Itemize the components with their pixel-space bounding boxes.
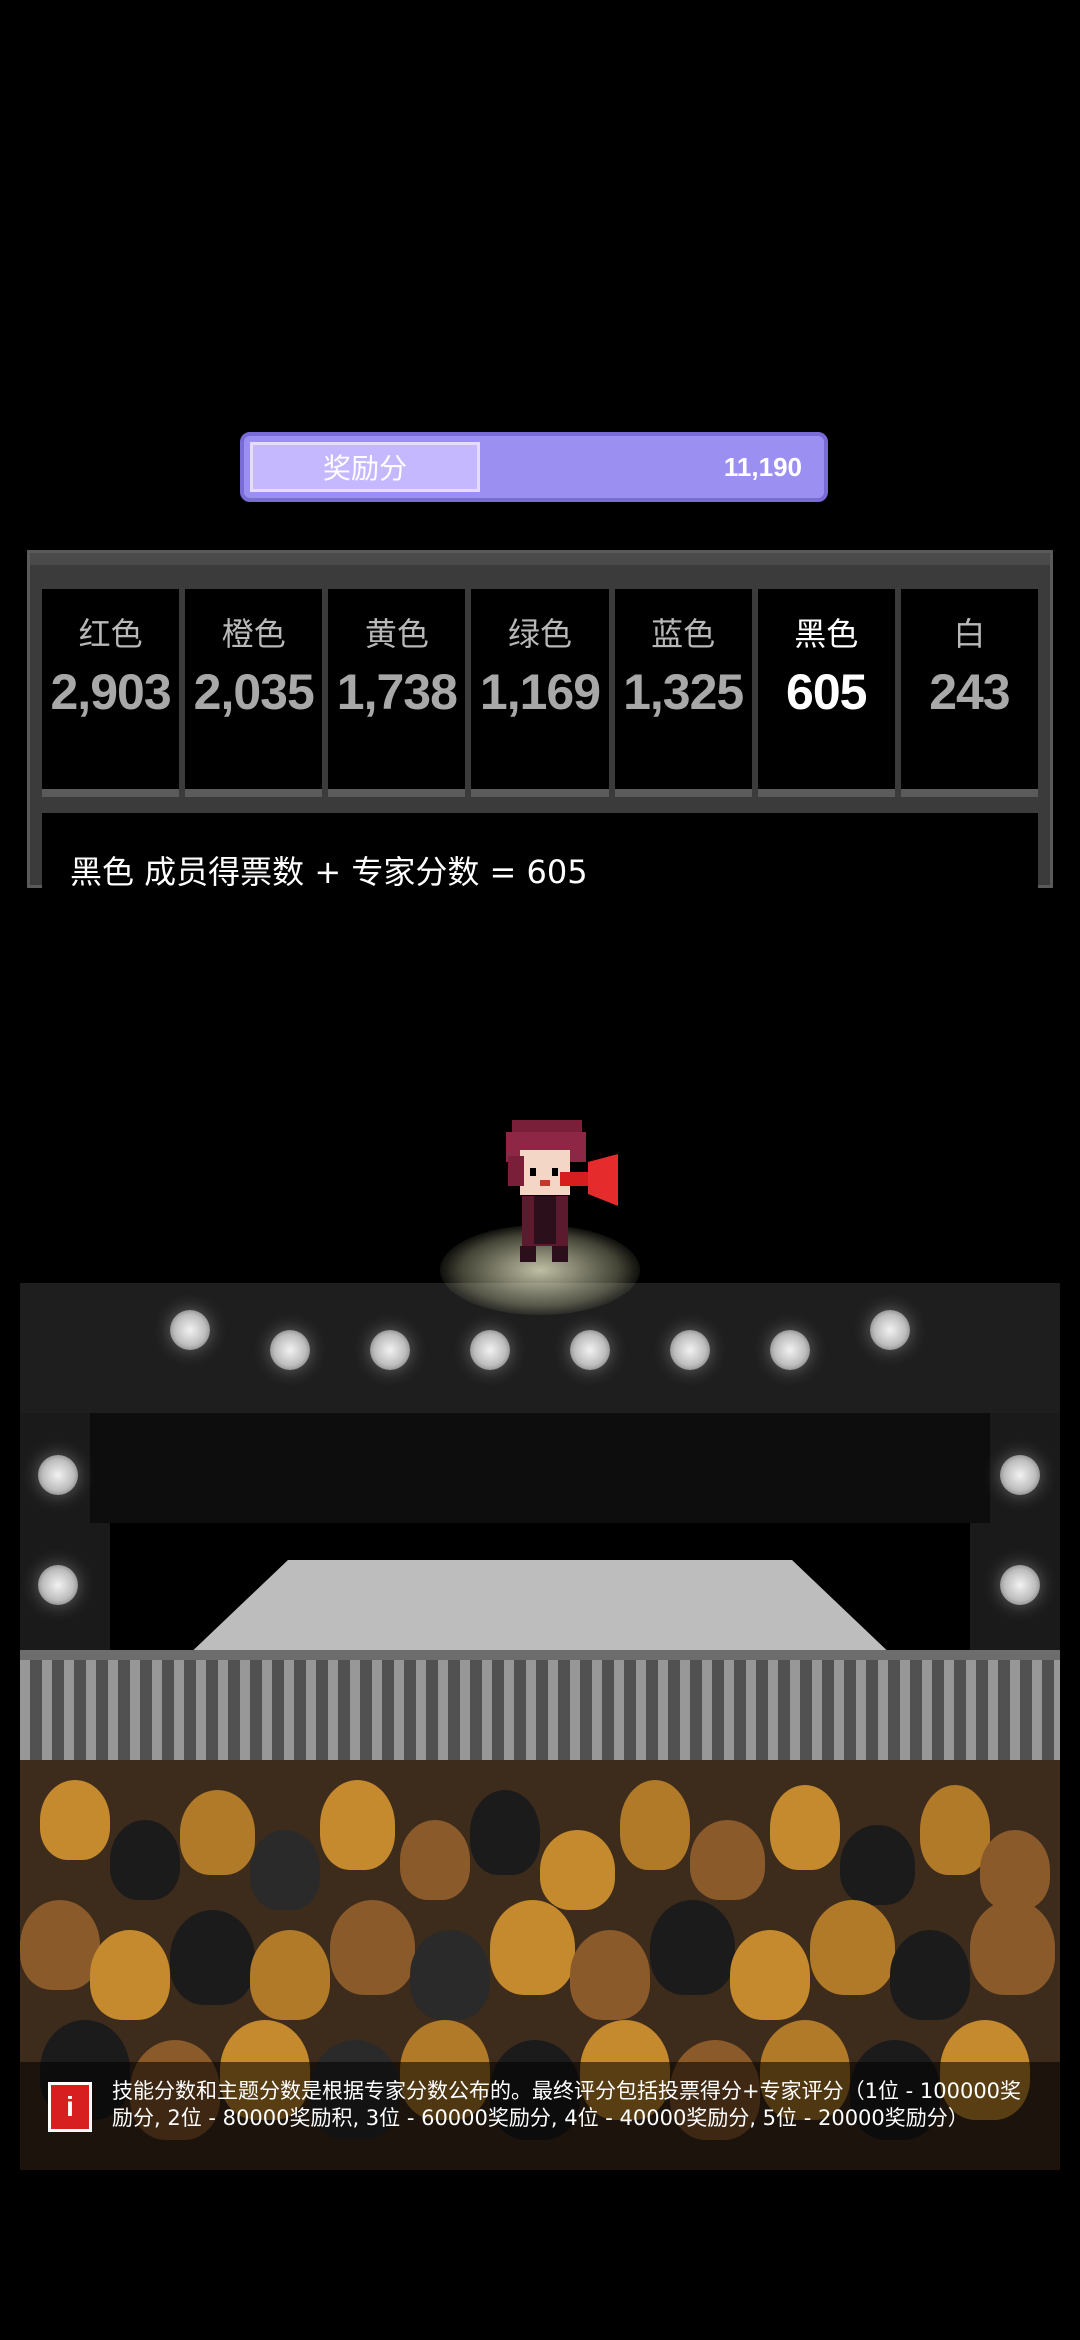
score-column-orange[interactable]: 橙色 2,035 bbox=[185, 589, 323, 797]
score-column-red[interactable]: 红色 2,903 bbox=[42, 589, 180, 797]
score-column-yellow[interactable]: 黄色 1,738 bbox=[328, 589, 466, 797]
bonus-bar: 奖励分 11,190 bbox=[240, 432, 828, 502]
column-value: 2,035 bbox=[193, 664, 315, 720]
score-column-black[interactable]: 黑色 605 bbox=[757, 589, 895, 797]
column-value: 605 bbox=[786, 664, 867, 720]
info-note-text: 技能分数和主题分数是根据专家分数公布的。最终评分包括投票得分+专家评分（1位 -… bbox=[112, 2079, 1022, 2130]
column-value: 1,169 bbox=[479, 664, 601, 720]
stage-light-icon bbox=[38, 1455, 78, 1495]
column-name: 黑色 bbox=[794, 615, 859, 653]
formula-box: 黑色 成员得票数 + 专家分数 = 605 bbox=[42, 813, 1038, 929]
column-value: 243 bbox=[929, 664, 1010, 720]
score-columns: 红色 2,903 橙色 2,035 黄色 1,738 绿色 1,169 蓝色 1… bbox=[42, 589, 1038, 797]
column-value: 1,325 bbox=[623, 664, 744, 720]
score-column-white[interactable]: 白 243 bbox=[900, 589, 1038, 797]
stage-light-icon bbox=[870, 1310, 910, 1350]
info-note: i 技能分数和主题分数是根据专家分数公布的。最终评分包括投票得分+专家评分（1位… bbox=[20, 2062, 1060, 2170]
stage-light-icon bbox=[370, 1330, 410, 1370]
stage-light-icon bbox=[170, 1310, 210, 1350]
column-name: 蓝色 bbox=[651, 615, 716, 653]
column-name: 红色 bbox=[78, 615, 143, 653]
stage-light-icon bbox=[38, 1565, 78, 1605]
column-value: 1,738 bbox=[336, 664, 458, 720]
score-formula: 黑色 成员得票数 + 专家分数 = 605 bbox=[70, 853, 588, 891]
stage-light-icon bbox=[470, 1330, 510, 1370]
column-name: 绿色 bbox=[507, 615, 572, 653]
bonus-value: 11,190 bbox=[723, 451, 802, 482]
score-column-blue[interactable]: 蓝色 1,325 bbox=[614, 589, 752, 797]
singer-character-icon bbox=[506, 1120, 618, 1262]
column-name: 白 bbox=[953, 615, 986, 653]
stage-light-icon bbox=[1000, 1455, 1040, 1495]
column-name: 黄色 bbox=[364, 615, 429, 653]
stage-light-icon bbox=[570, 1330, 610, 1370]
score-panel: 红色 2,903 橙色 2,035 黄色 1,738 绿色 1,169 蓝色 1… bbox=[27, 550, 1053, 929]
stage-backdrop bbox=[90, 1413, 990, 1523]
column-value: 2,903 bbox=[50, 664, 172, 720]
stage-light-icon bbox=[1000, 1565, 1040, 1605]
bonus-label: 奖励分 bbox=[250, 442, 480, 492]
column-name: 橙色 bbox=[221, 615, 286, 653]
score-column-green[interactable]: 绿色 1,169 bbox=[471, 589, 609, 797]
stage-light-icon bbox=[770, 1330, 810, 1370]
stage-light-icon bbox=[270, 1330, 310, 1370]
info-icon[interactable]: i bbox=[48, 2082, 92, 2132]
stage-light-icon bbox=[670, 1330, 710, 1370]
